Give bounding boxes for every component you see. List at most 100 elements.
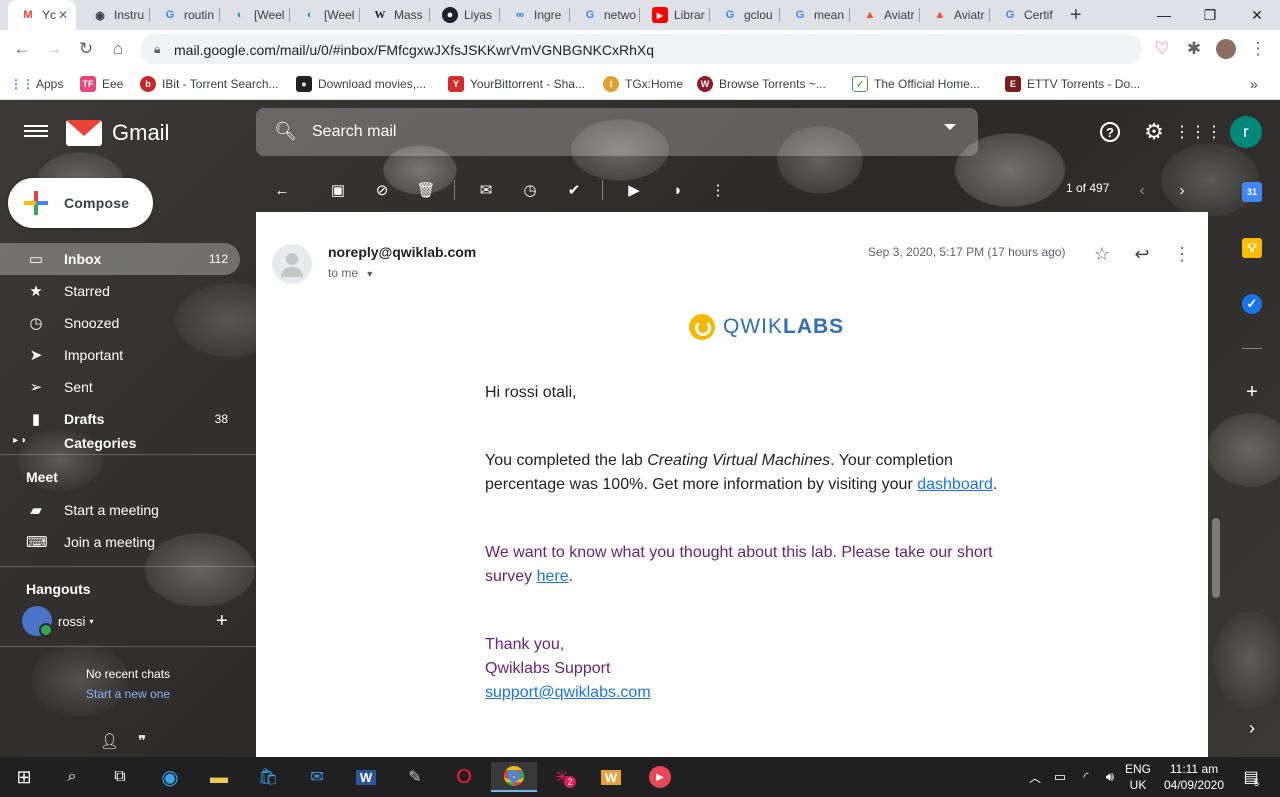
forward-button[interactable]: →: [42, 37, 66, 61]
tasks-icon[interactable]: ✓: [1242, 294, 1262, 314]
new-conversation-button[interactable]: +: [216, 610, 228, 633]
nav-item-sent[interactable]: ➢ Sent: [0, 371, 240, 403]
bookmark-browse-torrents[interactable]: W Browse Torrents ~...: [697, 74, 826, 94]
reload-button[interactable]: ↻: [74, 37, 98, 61]
store-button[interactable]: 🛍︎: [248, 762, 288, 792]
get-addons-icon[interactable]: +: [1242, 381, 1262, 403]
nav-item-inbox[interactable]: ▭ Inbox 112: [0, 243, 240, 275]
star-message-button[interactable]: ☆: [1090, 242, 1114, 266]
add-to-tasks-button[interactable]: ✔: [564, 180, 584, 200]
snooze-button[interactable]: ◷: [520, 180, 540, 200]
join-meeting-button[interactable]: ⌨ Join a meeting: [0, 526, 240, 558]
task-view-button[interactable]: ⧉: [100, 762, 140, 792]
support-email-link[interactable]: support@qwiklabs.com: [485, 681, 651, 705]
extensions-button[interactable]: ✱: [1182, 37, 1206, 61]
search-options-icon[interactable]: [944, 124, 956, 130]
tab-week-1[interactable]: ◐ [Weel: [220, 0, 288, 30]
tab-youtube-library[interactable]: ▶ Librar: [640, 0, 708, 30]
tab-aviatrix-1[interactable]: ▲ Aviatr: [850, 0, 918, 30]
word-button[interactable]: W: [346, 762, 386, 792]
nav-item-starred[interactable]: ★ Starred: [0, 275, 240, 307]
reply-button[interactable]: ↩: [1130, 242, 1154, 266]
search-button[interactable]: ⌕: [52, 762, 92, 792]
browser-menu-button[interactable]: ⋮: [1246, 37, 1270, 61]
move-to-button[interactable]: ▶: [624, 180, 644, 200]
app-button[interactable]: ✎: [395, 762, 435, 792]
archive-button[interactable]: ▣: [328, 180, 348, 200]
nav-item-important[interactable]: ➤ Important: [0, 339, 240, 371]
bookmark-eee[interactable]: TF Eee: [80, 74, 123, 94]
contacts-button[interactable]: 👤︎: [100, 732, 119, 750]
bookmark-ettv[interactable]: E ETTV Torrents - Do...: [1005, 74, 1140, 94]
back-to-inbox-button[interactable]: ←: [272, 180, 292, 200]
bookmark-tgx[interactable]: t TGx:Home: [603, 74, 683, 94]
back-button[interactable]: ←: [10, 37, 34, 61]
support-button[interactable]: ?: [1098, 120, 1122, 144]
settings-button[interactable]: ⚙: [1142, 119, 1166, 144]
tab-week-2[interactable]: ◐ [Weel: [290, 0, 358, 30]
survey-link[interactable]: here: [537, 568, 569, 585]
tab-wikipedia[interactable]: W Mass: [360, 0, 428, 30]
edge-button[interactable]: ◉: [150, 762, 190, 792]
minimize-button[interactable]: —: [1141, 0, 1187, 30]
search-mail-input[interactable]: 🔍︎ Search mail: [256, 108, 978, 156]
tab-ingress[interactable]: ∞ Ingre: [500, 0, 568, 30]
opera-button[interactable]: O: [444, 762, 484, 792]
tab-google-routing[interactable]: G routin: [150, 0, 218, 30]
tab-google-cert[interactable]: G Certif: [990, 0, 1058, 30]
hangouts-user[interactable]: rossi ▾: [22, 606, 93, 637]
address-bar[interactable]: 🔒︎ mail.google.com/mail/u/0/#inbox/FMfcg…: [140, 34, 1142, 64]
calendar-icon[interactable]: 31: [1242, 182, 1262, 202]
scrollbar-thumb[interactable]: [1212, 518, 1220, 598]
newer-button[interactable]: ‹: [1132, 180, 1152, 200]
nav-item-snoozed[interactable]: ◷ Snoozed: [0, 307, 240, 339]
nav-item-categories[interactable]: ▸ ◗ Categories: [0, 435, 240, 453]
tab-instructure[interactable]: ◉ Instru: [80, 0, 148, 30]
start-new-chat-link[interactable]: Start a new one: [86, 687, 170, 701]
gmail-logo[interactable]: Gmail: [66, 117, 169, 149]
profile-button[interactable]: [1214, 37, 1238, 61]
tab-gmail[interactable]: M Yc ✕: [8, 0, 76, 30]
account-avatar[interactable]: r: [1230, 116, 1262, 148]
start-button[interactable]: ⊞: [4, 762, 44, 792]
tab-google-gcloud[interactable]: G gclou: [710, 0, 778, 30]
report-spam-button[interactable]: ⊘: [372, 180, 392, 200]
bookmarks-overflow-button[interactable]: »: [1250, 74, 1258, 94]
main-menu-button[interactable]: [24, 122, 48, 142]
bookmark-download-movies[interactable]: ● Download movies,...: [296, 74, 426, 94]
expand-panel-icon[interactable]: ›: [1242, 718, 1262, 738]
sender-address[interactable]: noreply@qwiklab.com: [328, 244, 476, 260]
word-button-2[interactable]: W: [591, 762, 631, 792]
action-center-button[interactable]: ▤ 5: [1236, 762, 1266, 792]
message-more-button[interactable]: ⋮: [1170, 242, 1194, 266]
older-button[interactable]: ›: [1172, 180, 1192, 200]
bookmark-apps[interactable]: ⋮⋮ Apps: [10, 74, 63, 94]
bookmark-ibit[interactable]: b IBit - Torrent Search...: [140, 74, 279, 94]
tab-aviatrix-2[interactable]: ▲ Aviatr: [920, 0, 988, 30]
extension-heart-button[interactable]: ♡: [1150, 37, 1174, 61]
tab-google-network[interactable]: G netwo: [570, 0, 638, 30]
compose-button[interactable]: Compose: [8, 178, 153, 228]
labels-button[interactable]: ◗: [668, 180, 688, 200]
bookmark-yourbittorrent[interactable]: Y YourBittorrent - Sha...: [448, 74, 585, 94]
google-apps-button[interactable]: ⋮⋮⋮: [1174, 120, 1222, 144]
hangouts-button[interactable]: ❞: [138, 732, 146, 750]
close-tab-icon[interactable]: ✕: [58, 8, 68, 22]
delete-button[interactable]: 🗑︎: [416, 180, 436, 200]
volume-control[interactable]: 🔊︎: [1096, 762, 1124, 792]
chrome-button[interactable]: [491, 762, 537, 792]
dashboard-link[interactable]: dashboard: [917, 476, 993, 493]
clock[interactable]: 11:11 am 04/09/2020: [1156, 762, 1232, 792]
input-language[interactable]: ENG UK: [1124, 762, 1152, 792]
start-meeting-button[interactable]: ▰ Start a meeting: [0, 494, 240, 526]
tab-google-mean[interactable]: G mean: [780, 0, 848, 30]
nav-item-drafts[interactable]: ▮ Drafts 38: [0, 403, 240, 435]
mail-button[interactable]: ✉: [297, 762, 337, 792]
power-status[interactable]: ▭: [1046, 762, 1074, 792]
tab-github[interactable]: ● Liyas: [430, 0, 498, 30]
more-actions-button[interactable]: ⋮: [708, 180, 728, 200]
media-button[interactable]: ▶: [640, 762, 680, 792]
recipient-details[interactable]: to me ▼: [328, 266, 374, 280]
new-tab-button[interactable]: +: [1066, 0, 1092, 30]
mark-unread-button[interactable]: ✉: [476, 180, 496, 200]
